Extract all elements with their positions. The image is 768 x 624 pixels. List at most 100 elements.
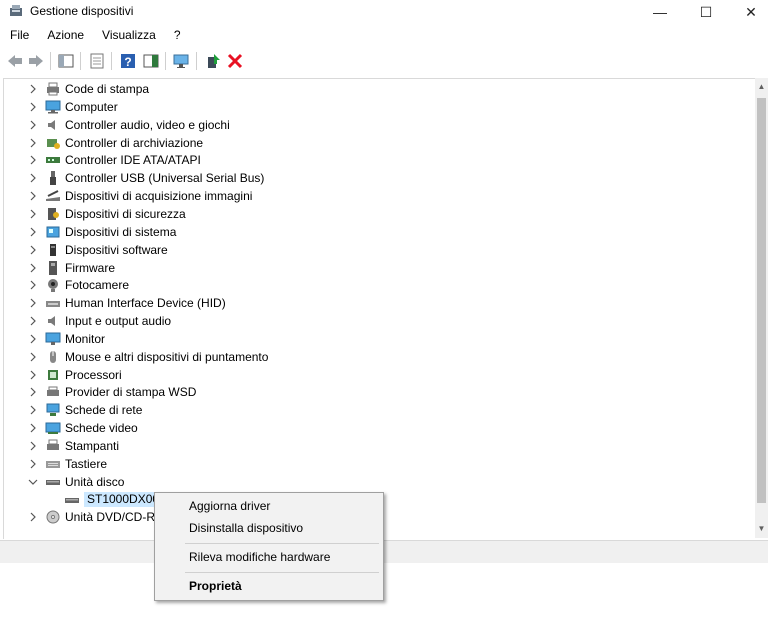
chevron-right-icon[interactable] [28,120,38,130]
title-bar: Gestione dispositivi — ☐ ✕ [0,0,768,24]
menu-azione[interactable]: Azione [35,26,90,46]
chevron-right-icon[interactable] [28,227,38,237]
forward-icon[interactable] [27,52,45,70]
tree-item[interactable]: Processori [4,366,744,384]
properties-icon[interactable] [88,52,106,70]
tree-item-label: Dispositivi software [65,242,168,257]
tree-item[interactable]: Schede video [4,419,744,437]
help-icon[interactable]: ? [119,52,137,70]
camera-icon [48,279,58,293]
minimize-button[interactable]: — [637,0,683,24]
chevron-right-icon[interactable] [28,173,38,183]
tree-item[interactable]: Tastiere [4,455,744,473]
chevron-right-icon[interactable] [28,459,38,469]
tree-item-label: Stampanti [65,439,120,453]
menu-separator [185,572,379,573]
menu-help[interactable]: ? [162,26,187,46]
chevron-right-icon[interactable] [28,370,38,380]
tree-item[interactable]: Dispositivi software [4,241,744,259]
chevron-right-icon[interactable] [28,298,38,308]
vertical-scrollbar[interactable]: ▲ ▼ [755,78,768,538]
tree-item[interactable]: Computer [4,98,744,116]
wsd-printer-icon [47,386,59,397]
tree-item[interactable]: Code di stampa [4,80,744,98]
tree-item[interactable]: Controller IDE ATA/ATAPI [4,151,744,169]
scroll-up-icon[interactable]: ▲ [755,80,768,94]
chevron-right-icon[interactable] [28,512,38,522]
tree-item-label: Firmware [65,260,115,275]
disk-drive-icon [65,497,79,503]
menu-item-update-driver[interactable]: Aggiorna driver [189,499,270,513]
tree-item-label: Controller USB (Universal Serial Bus) [65,171,265,186]
chevron-right-icon[interactable] [28,405,38,415]
maximize-button[interactable]: ☐ [683,0,729,24]
tree-item-label: Tastiere [65,456,108,471]
tree-item[interactable]: Unità disco [4,473,744,491]
menu-file[interactable]: File [0,26,35,46]
chevron-right-icon[interactable] [28,334,38,344]
device-manager-app-icon [10,5,22,16]
tree-item-label: Controller audio, video e giochi [65,117,230,132]
tree-item-label: Schede di rete [65,403,143,418]
chevron-right-icon[interactable] [28,138,38,148]
security-device-icon [48,207,59,220]
mouse-icon [50,350,56,363]
tree-item-label: Dispositivi di acquisizione immagini [65,189,253,204]
uninstall-icon[interactable] [226,52,244,70]
chevron-right-icon[interactable] [28,191,38,201]
chevron-right-icon[interactable] [28,316,38,326]
tree-item[interactable]: Dispositivi di acquisizione immagini [4,187,744,205]
menu-item-uninstall-device[interactable]: Disinstalla dispositivo [189,521,303,535]
tree-item[interactable]: Dispositivi di sistema [4,223,744,241]
tree-item[interactable]: Human Interface Device (HID) [4,294,744,312]
tree-item[interactable]: Controller audio, video e giochi [4,116,744,134]
tree-item[interactable]: Monitor [4,330,744,348]
tree-item[interactable]: Schede di rete [4,401,744,419]
console-tree-icon[interactable] [57,52,75,70]
update-driver-icon[interactable] [204,52,222,70]
menu-visualizza[interactable]: Visualizza [90,26,162,46]
system-device-icon [46,226,60,238]
context-menu: Aggiorna driver Disinstalla dispositivo … [154,492,384,601]
tree-item[interactable]: Dispositivi di sicurezza [4,205,744,223]
tree-item[interactable]: Stampanti [4,437,744,455]
scroll-down-icon[interactable]: ▼ [755,522,768,536]
chevron-right-icon[interactable] [28,155,38,165]
tree-item[interactable]: Controller di archiviazione [4,134,744,152]
tree-item[interactable]: Controller USB (Universal Serial Bus) [4,169,744,187]
back-icon[interactable] [6,52,24,70]
toolbar-separator [196,52,197,70]
device-manager-window: Gestione dispositivi — ☐ ✕ File Azione V… [0,0,768,563]
chevron-down-icon[interactable] [28,477,38,487]
close-button[interactable]: ✕ [728,0,768,24]
chevron-right-icon[interactable] [28,280,38,290]
tree-item-label: Provider di stampa WSD [65,385,197,400]
menu-item-scan-hardware[interactable]: Rileva modifiche hardware [189,550,330,564]
device-tree: Code di stampa Computer Controller audio, … [3,78,756,539]
tree-item[interactable]: Fotocamere [4,276,744,294]
window-title: Gestione dispositivi [30,4,134,18]
chevron-right-icon[interactable] [28,245,38,255]
software-device-icon [50,243,56,256]
chevron-right-icon[interactable] [28,209,38,219]
toolbar-separator [111,52,112,70]
dvd-drive-icon [46,510,60,524]
chevron-right-icon[interactable] [28,423,38,433]
tree-item[interactable]: Provider di stampa WSD [4,383,744,401]
menu-item-properties[interactable]: Proprietà [189,579,242,593]
chevron-right-icon[interactable] [28,352,38,362]
tree-item-label: Dispositivi di sistema [65,224,177,239]
chevron-right-icon[interactable] [28,263,38,273]
display-adapter-icon [45,422,61,435]
tree-item-label: Human Interface Device (HID) [65,296,226,311]
action-pane-icon[interactable] [142,52,160,70]
chevron-right-icon[interactable] [28,84,38,94]
tree-item[interactable]: Input e output audio [4,312,744,330]
tree-item[interactable]: Firmware [4,259,744,277]
tree-item[interactable]: Mouse e altri dispositivi di puntamento [4,348,744,366]
monitor-scan-icon[interactable] [172,52,190,70]
chevron-right-icon[interactable] [28,102,38,112]
chevron-right-icon[interactable] [28,441,38,451]
scrollbar-thumb[interactable] [757,98,766,503]
chevron-right-icon[interactable] [28,387,38,397]
